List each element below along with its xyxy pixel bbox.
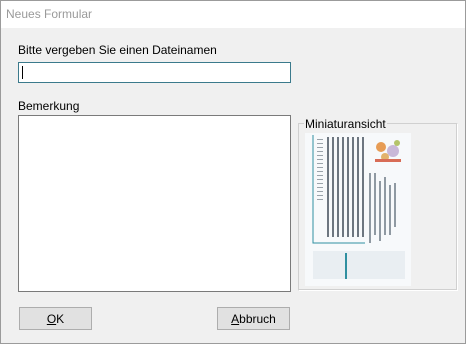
ok-label-rest: K — [56, 311, 65, 326]
filename-input[interactable] — [18, 62, 291, 83]
thumbnail-preview-image — [305, 133, 411, 286]
text-caret — [22, 66, 23, 79]
new-form-dialog: Neues Formular Bitte vergeben Sie einen … — [0, 0, 466, 344]
cancel-mnemonic: A — [231, 311, 240, 326]
title-bar[interactable]: Neues Formular — [1, 1, 465, 28]
remark-textarea[interactable] — [18, 115, 291, 292]
remark-label: Bemerkung — [18, 99, 80, 113]
window-title: Neues Formular — [6, 7, 93, 21]
thumbnail-label: Miniaturansicht — [304, 117, 387, 131]
filename-label: Bitte vergeben Sie einen Dateinamen — [18, 43, 217, 57]
cancel-label-rest: bbruch — [239, 311, 276, 326]
ok-button[interactable]: OK — [19, 307, 92, 330]
ok-mnemonic: O — [46, 311, 57, 326]
cancel-button[interactable]: Abbruch — [217, 307, 290, 330]
